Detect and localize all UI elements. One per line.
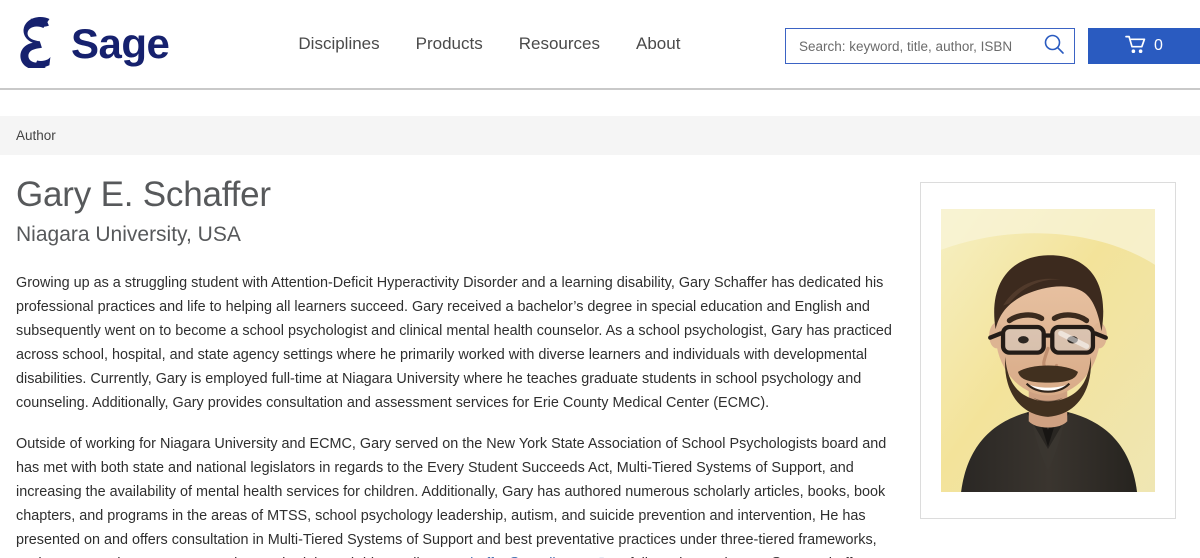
external-link-icon[interactable] (592, 554, 605, 558)
bio-text-before-email: Outside of working for Niagara Universit… (16, 436, 887, 558)
main-navigation: Disciplines Products Resources About (298, 34, 680, 54)
cart-count: 0 (1154, 37, 1163, 54)
author-bio-paragraph-2: Outside of working for Niagara Universit… (16, 432, 896, 558)
nav-item-resources[interactable]: Resources (519, 34, 600, 54)
breadcrumb: Author (0, 116, 1200, 155)
nav-item-disciplines[interactable]: Disciplines (298, 34, 379, 54)
nav-item-about[interactable]: About (636, 34, 680, 54)
cart-button[interactable]: 0 (1088, 28, 1200, 64)
breadcrumb-item-author[interactable]: Author (16, 128, 56, 143)
author-bio-paragraph-1: Growing up as a struggling student with … (16, 275, 892, 412)
search-icon[interactable] (1042, 32, 1066, 61)
sage-s-mark-icon (16, 16, 64, 73)
author-page-content: Gary E. Schaffer Niagara University, USA… (0, 175, 1200, 558)
header-actions: 0 (785, 28, 1200, 64)
search-box[interactable] (785, 28, 1075, 64)
sage-logo-text: Sage (71, 20, 170, 67)
header-breadcrumb-spacer (0, 90, 1200, 116)
nav-item-products[interactable]: Products (416, 34, 483, 54)
shopping-cart-icon (1125, 35, 1147, 57)
sage-logo[interactable]: Sage (16, 16, 170, 73)
author-portrait (941, 209, 1155, 492)
site-header: Sage Disciplines Products Resources Abou… (0, 0, 1200, 90)
search-input[interactable] (797, 37, 1042, 55)
author-photo-frame (920, 182, 1176, 519)
